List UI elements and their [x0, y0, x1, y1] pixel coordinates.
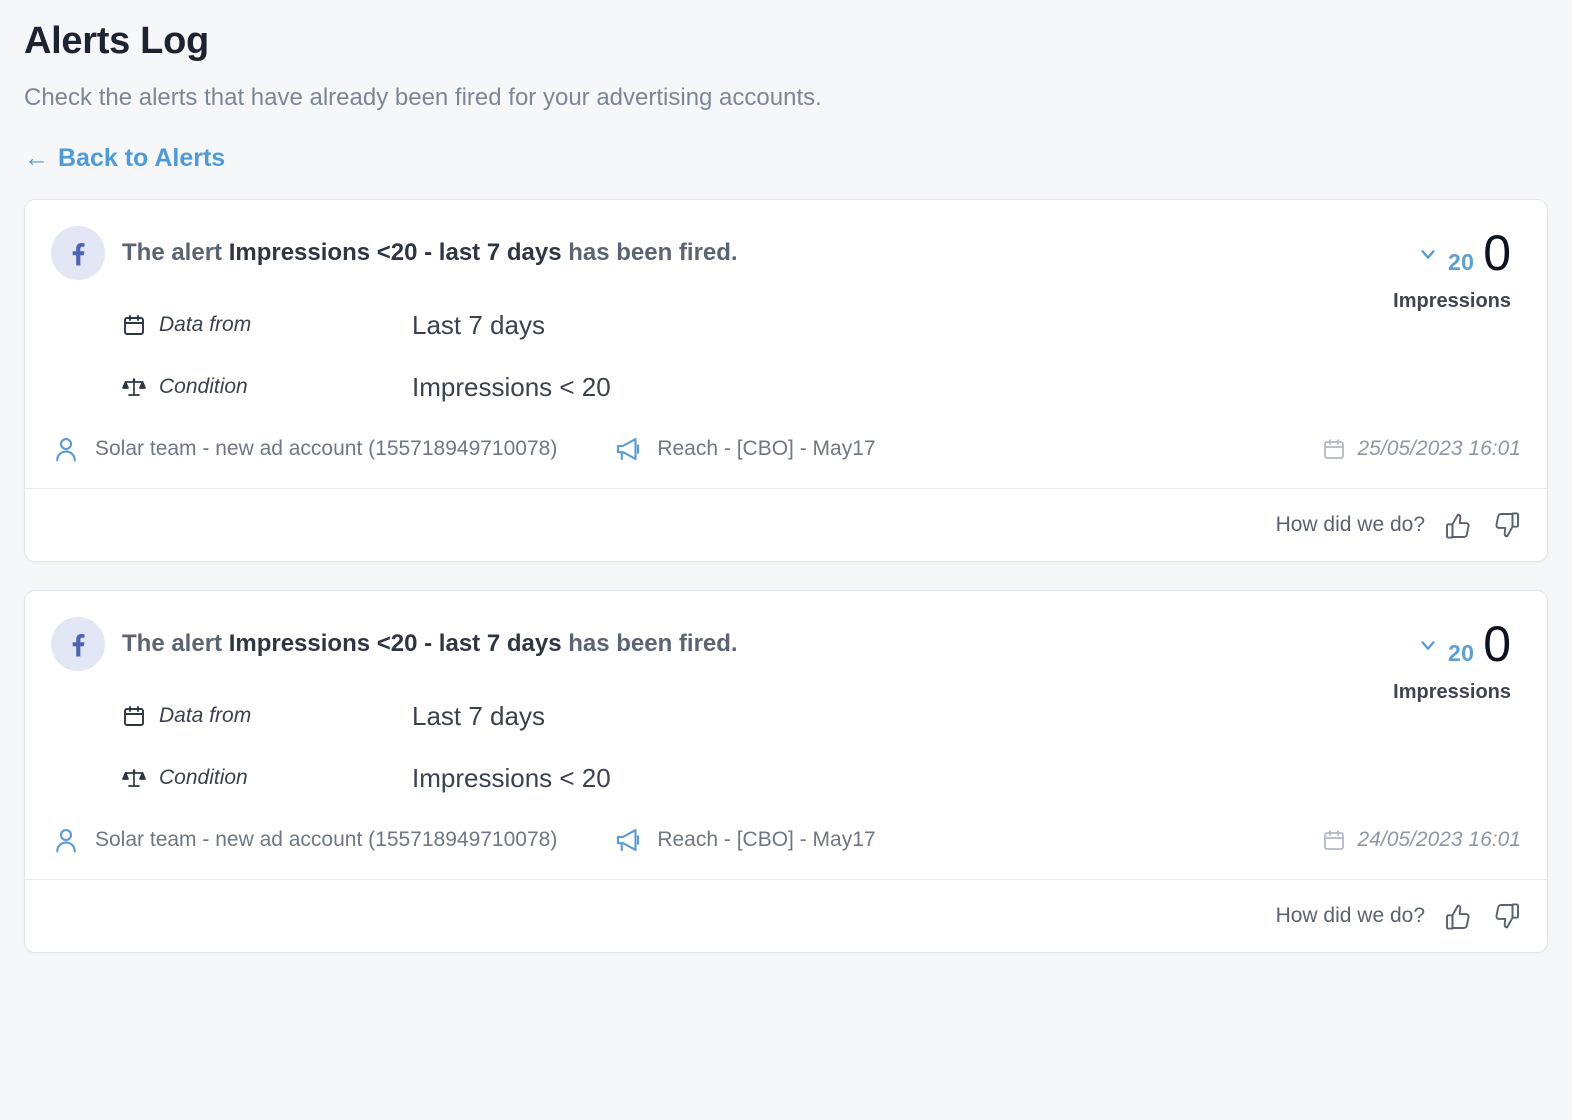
alert-headline-row: The alert Impressions <20 - last 7 days …	[51, 226, 1393, 281]
facebook-icon	[51, 226, 105, 281]
alert-card-main: The alert Impressions <20 - last 7 days …	[51, 617, 1393, 809]
detail-label-text: Data from	[159, 313, 252, 337]
megaphone-icon	[617, 829, 640, 852]
back-to-alerts-label: Back to Alerts	[58, 144, 226, 173]
alert-meta-row: Solar team - new ad account (15571894971…	[25, 428, 1547, 488]
chevron-down-icon	[1417, 243, 1439, 265]
detail-label-condition: Condition	[122, 375, 412, 399]
alert-name: Impressions <20 - last 7 days	[228, 630, 562, 658]
meta-campaign: Reach - [CBO] - May17	[613, 434, 876, 464]
megaphone-icon	[617, 438, 640, 461]
metric-line: 20 0	[1393, 225, 1511, 282]
alert-card-body: The alert Impressions <20 - last 7 days …	[25, 591, 1547, 819]
scales-icon	[122, 769, 146, 788]
detail-label-data-from: Data from	[122, 313, 412, 337]
detail-label-condition: Condition	[122, 766, 412, 790]
calendar-icon	[124, 315, 144, 336]
alert-card-body: The alert Impressions <20 - last 7 days …	[25, 200, 1547, 428]
meta-account-text: Solar team - new ad account (15571894971…	[95, 437, 558, 461]
scales-icon	[122, 378, 146, 397]
meta-timestamp: 24/05/2023 16:01	[1322, 828, 1522, 852]
alert-feedback-row: How did we do?	[25, 489, 1547, 561]
alerts-list: The alert Impressions <20 - last 7 days …	[24, 199, 1548, 954]
metric-line: 20 0	[1393, 616, 1511, 673]
page-title: Alerts Log	[24, 20, 209, 62]
chevron-down-icon	[1417, 634, 1439, 656]
meta-campaign-text: Reach - [CBO] - May17	[657, 828, 876, 852]
meta-campaign: Reach - [CBO] - May17	[613, 825, 876, 855]
alerts-log-page: Alerts Log Check the alerts that have al…	[0, 0, 1572, 1120]
meta-campaign-text: Reach - [CBO] - May17	[657, 437, 876, 461]
meta-timestamp-text: 24/05/2023 16:01	[1357, 828, 1522, 852]
meta-account: Solar team - new ad account (15571894971…	[51, 434, 557, 464]
alert-feedback-row: How did we do?	[25, 880, 1547, 952]
alert-details: Data from Last 7 days Condition Impressi…	[51, 294, 1393, 418]
page-subtitle: Check the alerts that have already been …	[24, 83, 822, 111]
meta-timestamp-text: 25/05/2023 16:01	[1357, 437, 1522, 461]
metric-threshold: 20	[1448, 249, 1475, 276]
calendar-icon	[1323, 830, 1344, 851]
person-icon	[56, 829, 76, 853]
thumbs-down-icon[interactable]	[1492, 902, 1521, 931]
meta-account: Solar team - new ad account (15571894971…	[51, 825, 557, 855]
person-icon	[56, 438, 76, 462]
thumbs-up-icon[interactable]	[1444, 902, 1473, 931]
metric-label: Impressions	[1393, 680, 1511, 703]
thumbs-up-icon[interactable]	[1444, 511, 1473, 540]
detail-value-data-from: Last 7 days	[412, 309, 545, 340]
alert-headline-row: The alert Impressions <20 - last 7 days …	[51, 617, 1393, 672]
detail-label-text: Condition	[159, 766, 248, 790]
metric-threshold: 20	[1448, 640, 1475, 667]
detail-label-text: Data from	[159, 704, 252, 728]
detail-value-condition: Impressions < 20	[412, 371, 611, 402]
detail-value-data-from: Last 7 days	[412, 700, 545, 731]
alert-card[interactable]: The alert Impressions <20 - last 7 days …	[24, 590, 1548, 954]
feedback-question: How did we do?	[1275, 513, 1425, 537]
thumbs-down-icon[interactable]	[1492, 511, 1521, 540]
feedback-question: How did we do?	[1275, 904, 1425, 928]
headline-prefix: The alert	[122, 239, 229, 267]
metric-value: 0	[1483, 225, 1511, 282]
detail-row-condition: Condition Impressions < 20	[122, 747, 1393, 809]
facebook-icon	[51, 617, 105, 672]
headline-suffix: has been fired.	[561, 239, 738, 267]
arrow-left-icon: ←	[24, 144, 49, 173]
meta-account-text: Solar team - new ad account (15571894971…	[95, 828, 558, 852]
alert-card-main: The alert Impressions <20 - last 7 days …	[51, 226, 1393, 418]
headline-prefix: The alert	[122, 630, 229, 658]
detail-row-data-from: Data from Last 7 days	[122, 685, 1393, 747]
detail-value-condition: Impressions < 20	[412, 762, 611, 793]
alert-meta-row: Solar team - new ad account (15571894971…	[25, 819, 1547, 879]
detail-row-condition: Condition Impressions < 20	[122, 356, 1393, 418]
alert-details: Data from Last 7 days Condition Impressi…	[51, 685, 1393, 809]
back-to-alerts-link[interactable]: ← Back to Alerts	[24, 146, 225, 171]
calendar-icon	[124, 706, 144, 727]
alert-name: Impressions <20 - last 7 days	[228, 239, 562, 267]
detail-label-text: Condition	[159, 375, 248, 399]
headline-suffix: has been fired.	[561, 630, 738, 658]
metric-label: Impressions	[1393, 289, 1511, 312]
meta-timestamp: 25/05/2023 16:01	[1322, 437, 1522, 461]
calendar-icon	[1323, 439, 1344, 460]
alert-metric: 20 0 Impressions	[1393, 226, 1521, 313]
alert-card[interactable]: The alert Impressions <20 - last 7 days …	[24, 199, 1548, 563]
alert-metric: 20 0 Impressions	[1393, 617, 1521, 704]
alert-headline: The alert Impressions <20 - last 7 days …	[122, 629, 738, 659]
detail-label-data-from: Data from	[122, 704, 412, 728]
detail-row-data-from: Data from Last 7 days	[122, 294, 1393, 356]
alert-headline: The alert Impressions <20 - last 7 days …	[122, 238, 738, 268]
metric-value: 0	[1483, 616, 1511, 673]
